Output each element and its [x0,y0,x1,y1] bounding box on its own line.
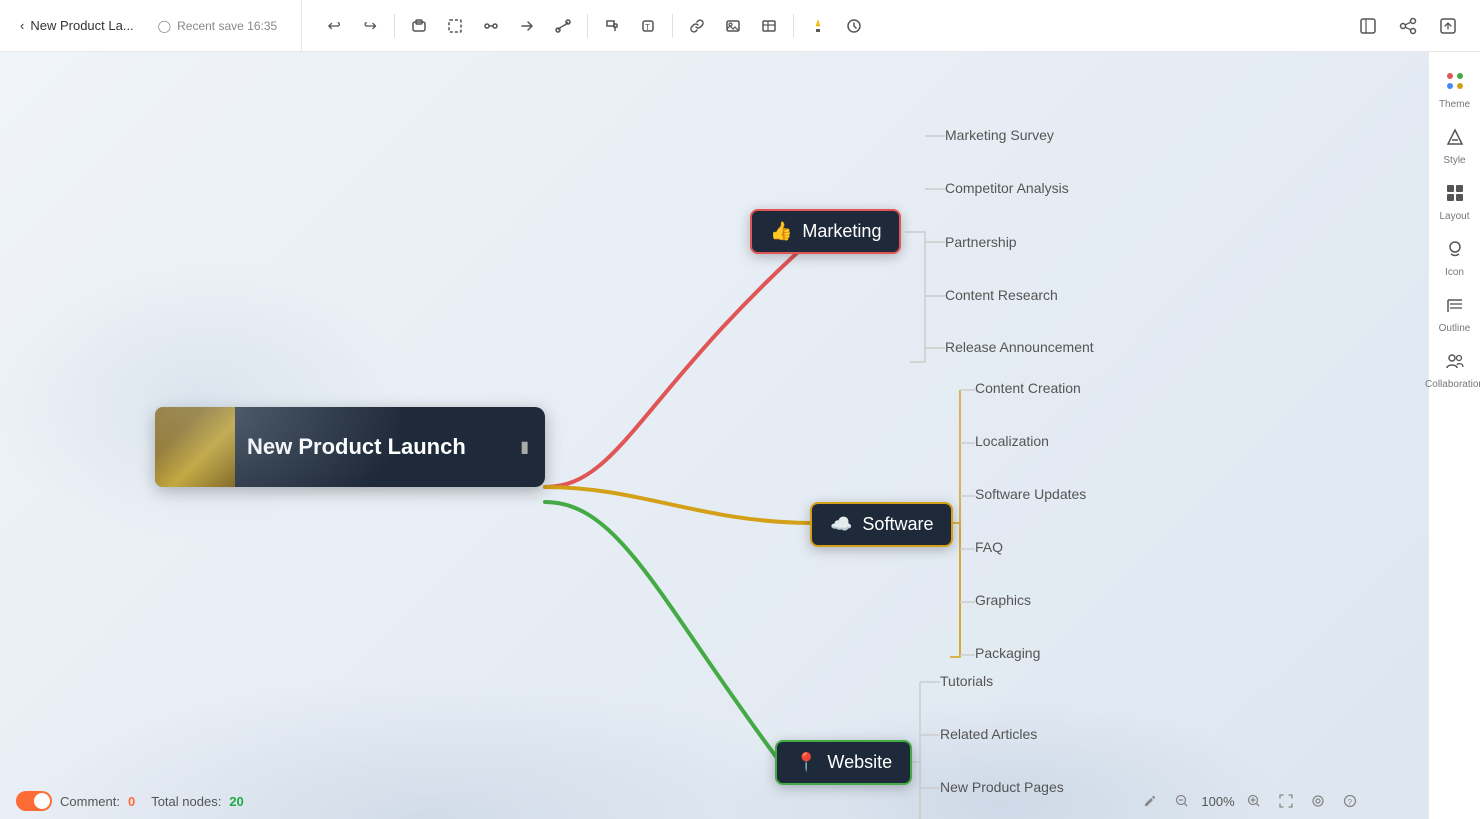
text-format-button[interactable]: T [632,10,664,42]
leaf-software-6[interactable]: Packaging [975,645,1040,661]
connect-button[interactable] [547,10,579,42]
toolbar-left: ‹ New Product La... ◯ Recent save 16:35 [0,0,302,51]
outline-label: Outline [1439,323,1471,334]
image-button[interactable] [717,10,749,42]
style-label: Style [1443,155,1465,166]
format-paint-button[interactable] [596,10,628,42]
outline-icon [1445,295,1465,320]
software-node[interactable]: ☁️ Software [810,502,953,547]
leaf-software-2[interactable]: Localization [975,433,1049,449]
layout-label: Layout [1439,211,1469,222]
highlight-button[interactable] [802,10,834,42]
divider-3 [672,14,673,38]
zoom-in-button[interactable] [1240,787,1268,815]
leaf-marketing-5[interactable]: Release Announcement [945,339,1094,355]
select-box-button[interactable] [439,10,471,42]
leaf-marketing-4[interactable]: Content Research [945,287,1058,303]
toolbar: ‹ New Product La... ◯ Recent save 16:35 … [0,0,1480,52]
website-icon: 📍 [795,752,817,773]
clock-button[interactable] [838,10,870,42]
leaf-software-3[interactable]: Software Updates [975,486,1086,502]
clock-icon: ◯ [158,19,171,33]
nodes-label: Total nodes: [151,794,221,809]
export-button[interactable] [1432,10,1464,42]
panel-button[interactable] [1352,10,1384,42]
toolbar-actions: ↩ ↪ T [302,10,1336,42]
leaf-website-2[interactable]: Related Articles [940,726,1037,742]
website-node[interactable]: 📍 Website [775,740,912,785]
back-icon: ‹ [20,18,24,33]
table-button[interactable] [753,10,785,42]
select-connect-button[interactable] [475,10,507,42]
icon-label: Icon [1445,267,1464,278]
leaf-software-4[interactable]: FAQ [975,539,1003,555]
leaf-software-5[interactable]: Graphics [975,592,1031,608]
right-sidebar: Theme Style Layout Icon Outline Collabor… [1428,52,1480,819]
style-icon [1445,127,1465,152]
zoom-controls: 100% ? [1124,783,1376,819]
sidebar-layout[interactable]: Layout [1433,176,1477,228]
theme-label: Theme [1439,99,1470,110]
leaf-website-1[interactable]: Tutorials [940,673,993,689]
toggle-thumb [34,793,50,809]
central-node-image [155,407,235,487]
svg-text:?: ? [1348,798,1353,807]
marketing-icon: 👍 [770,221,792,242]
save-time: Recent save 16:35 [177,19,277,33]
canvas[interactable]: New Product Launch ▮ 👍 Marketing Marketi… [0,52,1428,819]
comment-toggle-switch[interactable] [16,791,52,811]
forward-button[interactable] [511,10,543,42]
software-icon: ☁️ [830,514,852,535]
document-title: New Product La... [30,18,133,33]
central-node-title: New Product Launch [247,434,500,460]
leaf-marketing-3[interactable]: Partnership [945,234,1017,250]
preview-button[interactable] [1304,787,1332,815]
collaboration-icon [1445,351,1465,376]
central-node[interactable]: New Product Launch ▮ [155,407,545,487]
sidebar-collaboration[interactable]: Collaboration [1433,344,1477,396]
marketing-label: Marketing [802,221,881,242]
toolbar-right [1336,10,1480,42]
website-label: Website [827,752,892,773]
leaf-marketing-2[interactable]: Competitor Analysis [945,180,1069,196]
icon-icon [1445,239,1465,264]
hand-tool-button[interactable] [403,10,435,42]
share-button[interactable] [1392,10,1424,42]
sidebar-theme[interactable]: Theme [1433,64,1477,116]
divider-4 [793,14,794,38]
software-label: Software [862,514,933,535]
save-indicator: ◯ Recent save 16:35 [146,13,290,39]
comment-count: 0 [128,794,135,809]
leaf-software-1[interactable]: Content Creation [975,380,1081,396]
central-node-icon: ▮ [520,437,529,457]
divider-2 [587,14,588,38]
nodes-count: 20 [229,794,243,809]
back-button[interactable]: ‹ New Product La... [12,12,142,39]
bottom-bar: Comment: 0 Total nodes: 20 100% ? [0,783,1376,819]
link-button[interactable] [681,10,713,42]
layout-icon [1445,183,1465,208]
comment-label: Comment: [60,794,120,809]
fit-view-button[interactable] [1272,787,1300,815]
svg-text:T: T [645,23,650,32]
comment-toggle: Comment: 0 Total nodes: 20 [16,791,244,811]
sidebar-icon[interactable]: Icon [1433,232,1477,284]
zoom-save-button[interactable] [1136,787,1164,815]
redo-button[interactable]: ↪ [354,10,386,42]
collaboration-label: Collaboration [1425,379,1480,390]
divider-1 [394,14,395,38]
sidebar-outline[interactable]: Outline [1433,288,1477,340]
leaf-marketing-1[interactable]: Marketing Survey [945,127,1054,143]
theme-icon [1445,71,1465,96]
help-button[interactable]: ? [1336,787,1364,815]
undo-button[interactable]: ↩ [318,10,350,42]
zoom-value: 100% [1200,794,1236,809]
marketing-node[interactable]: 👍 Marketing [750,209,901,254]
zoom-out-button[interactable] [1168,787,1196,815]
sidebar-style[interactable]: Style [1433,120,1477,172]
